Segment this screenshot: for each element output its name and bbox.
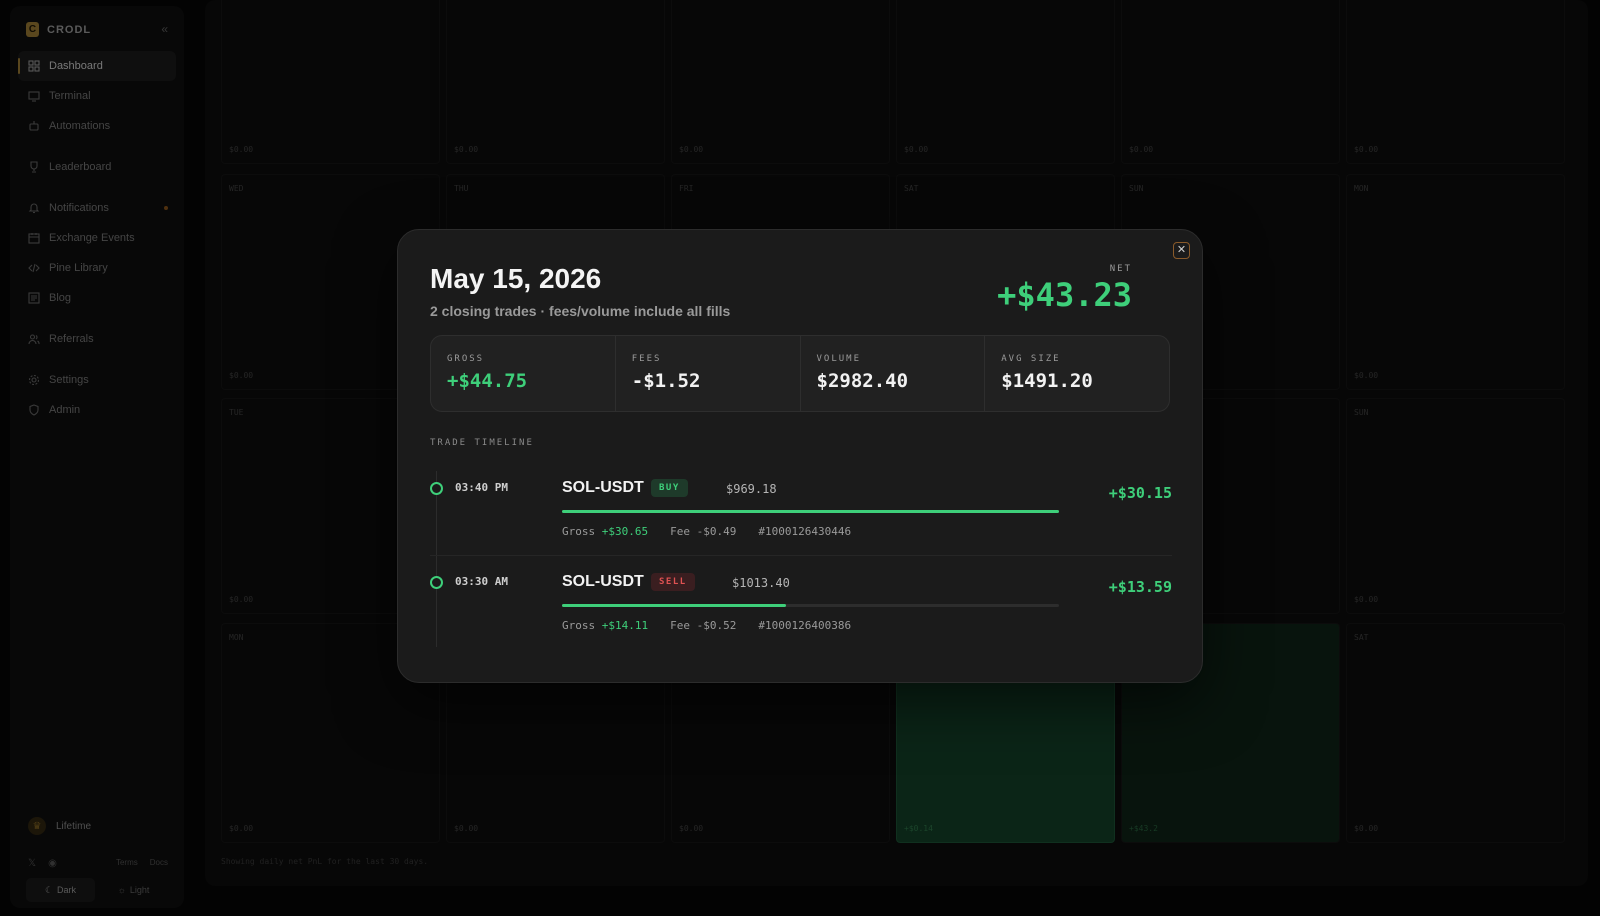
day-detail-modal: ✕ May 15, 2026 2 closing trades · fees/v… bbox=[397, 229, 1203, 683]
stat-label: AVG SIZE bbox=[1001, 354, 1061, 364]
stat-label: GROSS bbox=[447, 354, 485, 364]
trade-side-badge: BUY bbox=[651, 479, 688, 497]
stat-value: $2982.40 bbox=[816, 370, 909, 392]
trade-gross: +$14.11 bbox=[601, 619, 649, 632]
timeline-dot bbox=[430, 576, 443, 589]
trade-size: $969.18 bbox=[726, 482, 777, 496]
stat-gross: GROSS +$44.75 bbox=[431, 336, 616, 411]
close-icon: ✕ bbox=[1176, 244, 1187, 256]
fee-label: Fee bbox=[670, 619, 690, 632]
trade-gross: +$30.65 bbox=[601, 525, 649, 538]
gross-label: Gross bbox=[562, 619, 596, 632]
timeline-dot bbox=[430, 482, 443, 495]
fee-label: Fee bbox=[670, 525, 690, 538]
stat-label: VOLUME bbox=[816, 354, 862, 364]
trade-net: +$13.59 bbox=[1108, 578, 1172, 596]
trade-row[interactable]: 03:30 AM SOL-USDT SELL $1013.40 Gross +$… bbox=[430, 560, 1172, 650]
timeline-label: TRADE TIMELINE bbox=[430, 438, 534, 448]
trade-time: 03:30 AM bbox=[455, 575, 508, 588]
net-value: +$43.23 bbox=[997, 276, 1132, 314]
trade-time: 03:40 PM bbox=[455, 481, 508, 494]
trade-pnl-bar-fill bbox=[562, 510, 1059, 513]
trade-fee: -$0.49 bbox=[696, 525, 737, 538]
close-button[interactable]: ✕ bbox=[1173, 242, 1190, 259]
trade-side-badge: SELL bbox=[651, 573, 695, 591]
trade-id: #1000126430446 bbox=[758, 525, 852, 538]
trade-pnl-bar-fill bbox=[562, 604, 786, 607]
trade-id: #1000126400386 bbox=[758, 619, 852, 632]
stat-label: FEES bbox=[631, 354, 662, 364]
trade-fee: -$0.52 bbox=[696, 619, 737, 632]
stat-value: $1491.20 bbox=[1001, 370, 1093, 392]
stat-fees: FEES -$1.52 bbox=[616, 336, 801, 411]
net-label: NET bbox=[1109, 264, 1132, 274]
stat-value: -$1.52 bbox=[631, 370, 701, 392]
trade-pnl-bar bbox=[562, 604, 1059, 607]
stat-value: +$44.75 bbox=[447, 370, 528, 392]
modal-subtitle: 2 closing trades · fees/volume include a… bbox=[430, 303, 731, 319]
trade-size: $1013.40 bbox=[732, 576, 790, 590]
trade-row[interactable]: 03:40 PM SOL-USDT BUY $969.18 Gross +$30… bbox=[430, 466, 1172, 556]
trade-net: +$30.15 bbox=[1108, 484, 1172, 502]
trade-pnl-bar bbox=[562, 510, 1059, 513]
stat-volume: VOLUME $2982.40 bbox=[801, 336, 986, 411]
stat-avg-size: AVG SIZE $1491.20 bbox=[985, 336, 1169, 411]
trade-pair: SOL-USDT bbox=[562, 573, 644, 590]
trade-meta: Gross +$14.11 Fee -$0.52 #1000126400386 bbox=[562, 619, 851, 632]
modal-title: May 15, 2026 bbox=[430, 263, 602, 294]
trade-pair: SOL-USDT bbox=[562, 479, 644, 496]
stats-summary: GROSS +$44.75 FEES -$1.52 VOLUME $2982.4… bbox=[430, 335, 1170, 412]
trade-meta: Gross +$30.65 Fee -$0.49 #1000126430446 bbox=[562, 525, 851, 538]
gross-label: Gross bbox=[562, 525, 596, 538]
